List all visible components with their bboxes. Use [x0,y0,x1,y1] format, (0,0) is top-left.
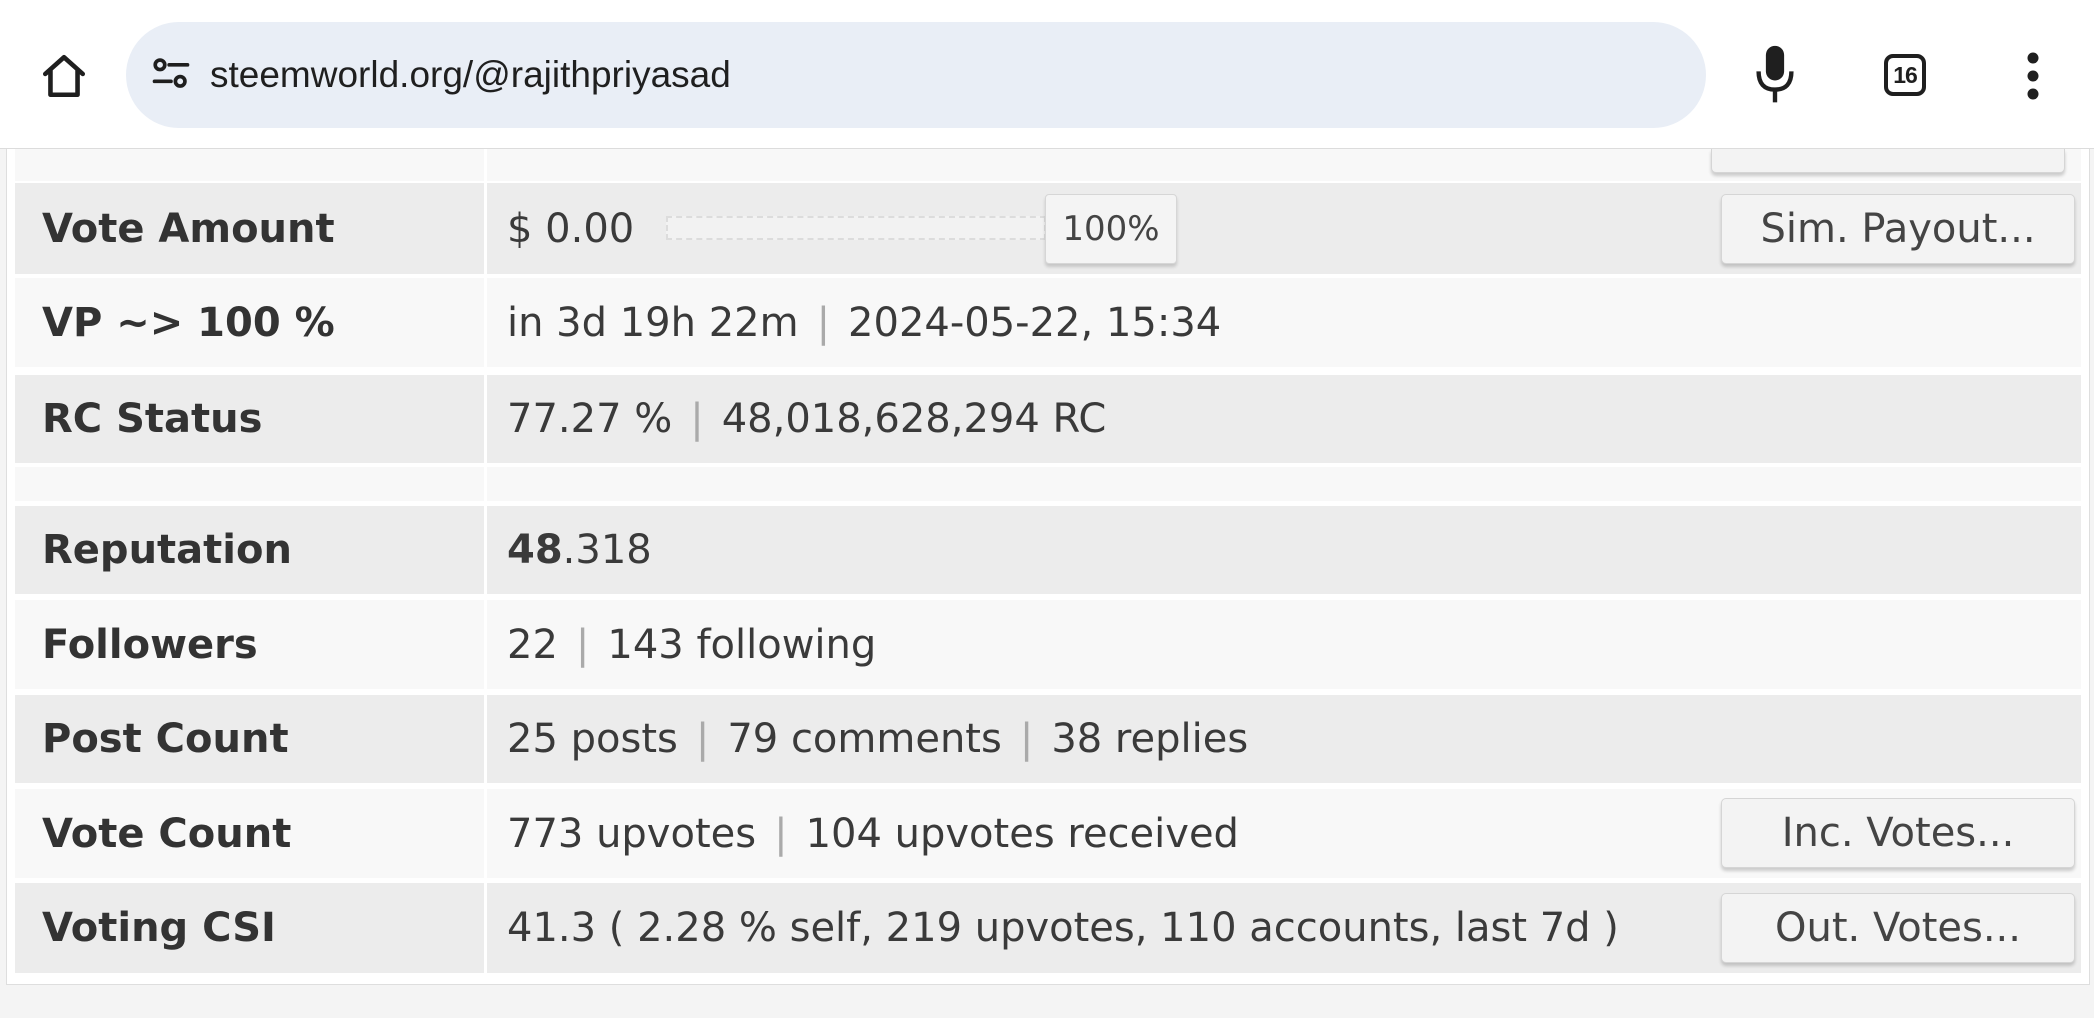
separator: | [816,299,831,346]
upvotes-count: 773 upvotes [507,810,757,857]
table-row-partial [15,149,2081,181]
vote-amount-value: $ 0.00 [507,205,635,252]
followers-label: Followers [42,621,258,668]
vp-label: VP ~> 100 % [42,299,335,346]
vote-weight-fill [668,218,1044,238]
site-settings-icon[interactable] [146,49,196,99]
following-count: 143 following [607,621,877,668]
separator: | [1019,716,1034,762]
vp-time-remaining: in 3d 19h 22m [507,299,799,346]
address-bar[interactable]: steemworld.org/@rajithpriyasad [126,22,1706,128]
more-menu-icon[interactable] [2010,44,2056,108]
table-row-followers: Followers 22 | 143 following [15,600,2081,689]
vote-weight-slider[interactable] [666,216,1046,240]
followers-count: 22 [507,621,558,668]
reputation-integer: 48 [507,527,563,573]
vp-full-datetime: 2024-05-22, 15:34 [848,299,1222,346]
vp-value: in 3d 19h 22m | 2024-05-22, 15:34 [507,278,1221,367]
inc-votes-button[interactable]: Inc. Votes... [1721,798,2075,868]
tab-count: 16 [1884,54,1926,96]
table-row-post-count: Post Count 25 posts | 79 comments | 38 r… [15,695,2081,783]
table-row-vp: VP ~> 100 % in 3d 19h 22m | 2024-05-22, … [15,278,2081,367]
tab-switcher-button[interactable]: 16 [1880,50,1930,100]
rc-percent: 77.27 % [507,396,673,442]
replies-count: 38 replies [1051,716,1249,762]
table-row-vote-count: Vote Count 773 upvotes | 104 upvotes rec… [15,789,2081,878]
reputation-value: 48.318 [507,506,652,594]
out-votes-button[interactable]: Out. Votes... [1721,893,2075,963]
microphone-icon[interactable] [1750,42,1800,108]
reputation-decimal: .318 [562,527,652,573]
table-row-voting-csi: Voting CSI 41.3 ( 2.28 % self, 219 upvot… [15,883,2081,973]
url-text[interactable]: steemworld.org/@rajithpriyasad [210,22,731,128]
separator: | [695,716,710,762]
table-spacer [15,467,2081,501]
upvotes-received: 104 upvotes received [805,810,1239,857]
voting-csi-value: 41.3 ( 2.28 % self, 219 upvotes, 110 acc… [507,905,1619,951]
rc-status-value: 77.27 % | 48,018,628,294 RC [507,375,1106,463]
followers-value: 22 | 143 following [507,600,876,689]
partial-button[interactable] [1711,149,2065,173]
rc-status-label: RC Status [42,396,263,442]
vote-weight-percent[interactable]: 100% [1045,194,1177,264]
browser-toolbar: steemworld.org/@rajithpriyasad 16 [0,0,2094,149]
post-count-value: 25 posts | 79 comments | 38 replies [507,695,1248,783]
table-row-reputation: Reputation 48.318 [15,506,2081,594]
account-info-panel: Vote Amount $ 0.00 100% Sim. Payout... V… [6,149,2090,985]
sim-payout-button[interactable]: Sim. Payout... [1721,194,2075,264]
table-row-vote-amount: Vote Amount $ 0.00 100% Sim. Payout... [15,183,2081,274]
vote-count-label: Vote Count [42,810,292,857]
post-count-label: Post Count [42,716,289,762]
page-content: Vote Amount $ 0.00 100% Sim. Payout... V… [0,149,2094,1018]
vote-amount-label: Vote Amount [42,205,335,252]
posts-count: 25 posts [507,716,678,762]
separator: | [575,621,590,668]
reputation-label: Reputation [42,527,292,573]
separator: | [774,810,788,857]
home-icon[interactable] [30,44,98,108]
voting-csi-label: Voting CSI [42,905,276,951]
table-row-rc-status: RC Status 77.27 % | 48,018,628,294 RC [15,375,2081,463]
rc-amount: 48,018,628,294 RC [721,396,1107,442]
comments-count: 79 comments [727,716,1002,762]
separator: | [690,396,704,442]
vote-count-value: 773 upvotes | 104 upvotes received [507,789,1239,878]
